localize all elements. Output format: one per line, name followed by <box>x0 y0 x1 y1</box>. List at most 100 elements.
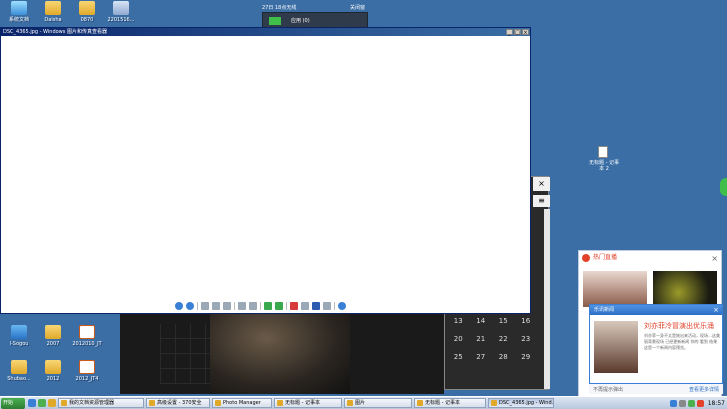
desktop-icon-label: I-Sogou <box>9 341 29 347</box>
next-image-icon[interactable] <box>186 302 194 310</box>
quick-launch <box>28 399 56 407</box>
view-more-link[interactable]: 查看更多详情 <box>689 386 719 393</box>
rotate-counterclockwise-icon[interactable] <box>275 302 283 310</box>
calendar-day[interactable]: 23 <box>515 335 538 343</box>
news-popup[interactable]: 乐讯新闻 × 刘亦菲冷冒演出优乐涌 刘亦菲一身不太是她出来活动，现场…这美丽背景… <box>589 304 723 384</box>
calendar-day[interactable]: 29 <box>515 353 538 361</box>
app-chip-icon <box>269 17 281 25</box>
save-icon[interactable] <box>312 302 320 310</box>
desktop-icon-label: 2201516... <box>107 17 135 23</box>
desktop-icon-document[interactable]: 2012_JT4 <box>68 360 106 382</box>
toolbar-separator <box>197 302 198 310</box>
side-panel-menu-icon[interactable]: ≡ <box>533 195 550 207</box>
popup-footer: 不再提示弹出 查看更多详情 <box>589 384 723 394</box>
taskbar-button[interactable]: 我的文档资源管理器 <box>58 398 144 408</box>
live-thumbnail[interactable] <box>583 271 647 307</box>
desktop-icon-document[interactable]: 2012010_JT <box>68 325 106 347</box>
close-button[interactable]: × <box>522 29 529 36</box>
desktop-icon-label: Daisha <box>44 17 62 23</box>
toolbar-separator <box>286 302 287 310</box>
hot-live-header: 热门直播 × <box>579 251 721 265</box>
calendar-day[interactable]: 28 <box>492 353 515 361</box>
taskbar-button[interactable]: 图片 <box>344 398 412 408</box>
show-desktop-icon[interactable] <box>38 399 46 407</box>
calendar-day[interactable]: 25 <box>447 353 470 361</box>
top-strip-close-label[interactable]: 关闭窗 <box>350 4 365 11</box>
computer-icon <box>113 1 129 15</box>
help-icon[interactable] <box>338 302 346 310</box>
top-mini-window[interactable]: 应用 (0) <box>262 12 368 28</box>
video-window[interactable] <box>120 314 444 394</box>
taskbar-button[interactable]: 无标题 - 记事本 <box>414 398 486 408</box>
calendar-grid: 13 14 15 16 20 21 22 23 25 27 28 29 <box>447 317 537 361</box>
folder-icon <box>11 360 27 374</box>
slideshow-icon[interactable] <box>223 302 231 310</box>
zoom-out-icon[interactable] <box>249 302 257 310</box>
live-thumbnail[interactable] <box>653 271 717 307</box>
desktop-icon-label: 2007 <box>46 341 60 347</box>
clock[interactable]: 18:57 <box>708 400 725 407</box>
calendar-day[interactable]: 20 <box>447 335 470 343</box>
news-photo[interactable] <box>594 321 638 373</box>
desktop-icon-label: 2012010_JT <box>72 341 102 347</box>
calendar-day[interactable]: 21 <box>470 335 493 343</box>
desktop-icon-computer[interactable]: 2201516... <box>102 1 140 23</box>
desktop-icon-system-docs[interactable]: 系统文档 <box>0 1 38 23</box>
desktop-icon-folder[interactable]: 2012 <box>34 360 72 382</box>
volume-tray-icon[interactable] <box>678 399 686 407</box>
previous-image-icon[interactable] <box>175 302 183 310</box>
calendar-day[interactable]: 13 <box>447 317 470 325</box>
network-icon <box>11 325 27 339</box>
desktop-icon-label: 2012_JT4 <box>75 376 99 382</box>
desktop-icon-folder[interactable]: 2007 <box>34 325 72 347</box>
fire-icon <box>582 254 590 262</box>
dont-show-again-link[interactable]: 不再提示弹出 <box>593 386 623 393</box>
delete-icon[interactable] <box>290 302 298 310</box>
news-headline[interactable]: 刘亦菲冷冒演出优乐涌 <box>644 321 714 331</box>
zoom-in-icon[interactable] <box>238 302 246 310</box>
folder-icon <box>79 1 95 15</box>
side-panel-close-button[interactable]: × <box>533 177 550 191</box>
calendar-day[interactable]: 22 <box>492 335 515 343</box>
input-method-tray-icon[interactable] <box>696 399 704 407</box>
best-fit-icon[interactable] <box>201 302 209 310</box>
edit-icon[interactable] <box>323 302 331 310</box>
actual-size-icon[interactable] <box>212 302 220 310</box>
maximize-button[interactable]: □ <box>514 29 521 36</box>
desktop-icon-folder[interactable]: Daisha <box>34 1 72 23</box>
calendar-day[interactable]: 14 <box>470 317 493 325</box>
calendar-day[interactable]: 27 <box>470 353 493 361</box>
taskbar-button[interactable]: Photo Manager <box>212 398 272 408</box>
start-button[interactable]: 开始 <box>1 397 25 409</box>
ie-icon[interactable] <box>28 399 36 407</box>
hot-live-close-button[interactable]: × <box>711 252 718 266</box>
system-tray: 18:57 <box>669 399 727 407</box>
taskbar-button[interactable]: 无标题 - 记事本 <box>274 398 342 408</box>
desktop-icon-folder[interactable]: Shubao... <box>0 360 38 382</box>
desktop-icon-label: Shubao... <box>7 376 31 382</box>
folder-icon <box>45 360 61 374</box>
media-icon[interactable] <box>48 399 56 407</box>
viewer-titlebar[interactable]: DSC_4365.jpg - Windows 图片和传真查看器 _ □ × <box>1 28 530 36</box>
green-bubble-icon[interactable] <box>720 178 727 196</box>
notepad-file-icon[interactable] <box>598 146 608 158</box>
network-tray-icon[interactable] <box>669 399 677 407</box>
calendar-day[interactable]: 16 <box>515 317 538 325</box>
document-icon <box>79 325 95 339</box>
taskbar: 开始 我的文档资源管理器 高级设置 - 370安全 Photo Manager … <box>0 396 727 409</box>
toolbar-separator <box>234 302 235 310</box>
rotate-clockwise-icon[interactable] <box>264 302 272 310</box>
calendar-day[interactable]: 15 <box>492 317 515 325</box>
desktop-icon-sogou[interactable]: I-Sogou <box>0 325 38 347</box>
side-panel-scrollbar[interactable] <box>544 209 550 389</box>
security-tray-icon[interactable] <box>687 399 695 407</box>
desktop-icon-folder[interactable]: 0870 <box>68 1 106 23</box>
taskbar-button-active[interactable]: DSC_4365.jpg - Wind... <box>488 398 554 408</box>
image-viewer-window[interactable]: DSC_4365.jpg - Windows 图片和传真查看器 _ □ × <box>0 27 531 314</box>
news-body: 刘亦菲一身不太是她出来活动，现场…这美丽背景现场 已经更新新闻 你的 看到 结果… <box>644 333 720 350</box>
hot-live-title: 热门直播 <box>593 254 618 261</box>
news-popup-close-button[interactable]: × <box>713 305 719 315</box>
print-icon[interactable] <box>301 302 309 310</box>
minimize-button[interactable]: _ <box>506 29 513 36</box>
taskbar-button[interactable]: 高级设置 - 370安全 <box>146 398 210 408</box>
